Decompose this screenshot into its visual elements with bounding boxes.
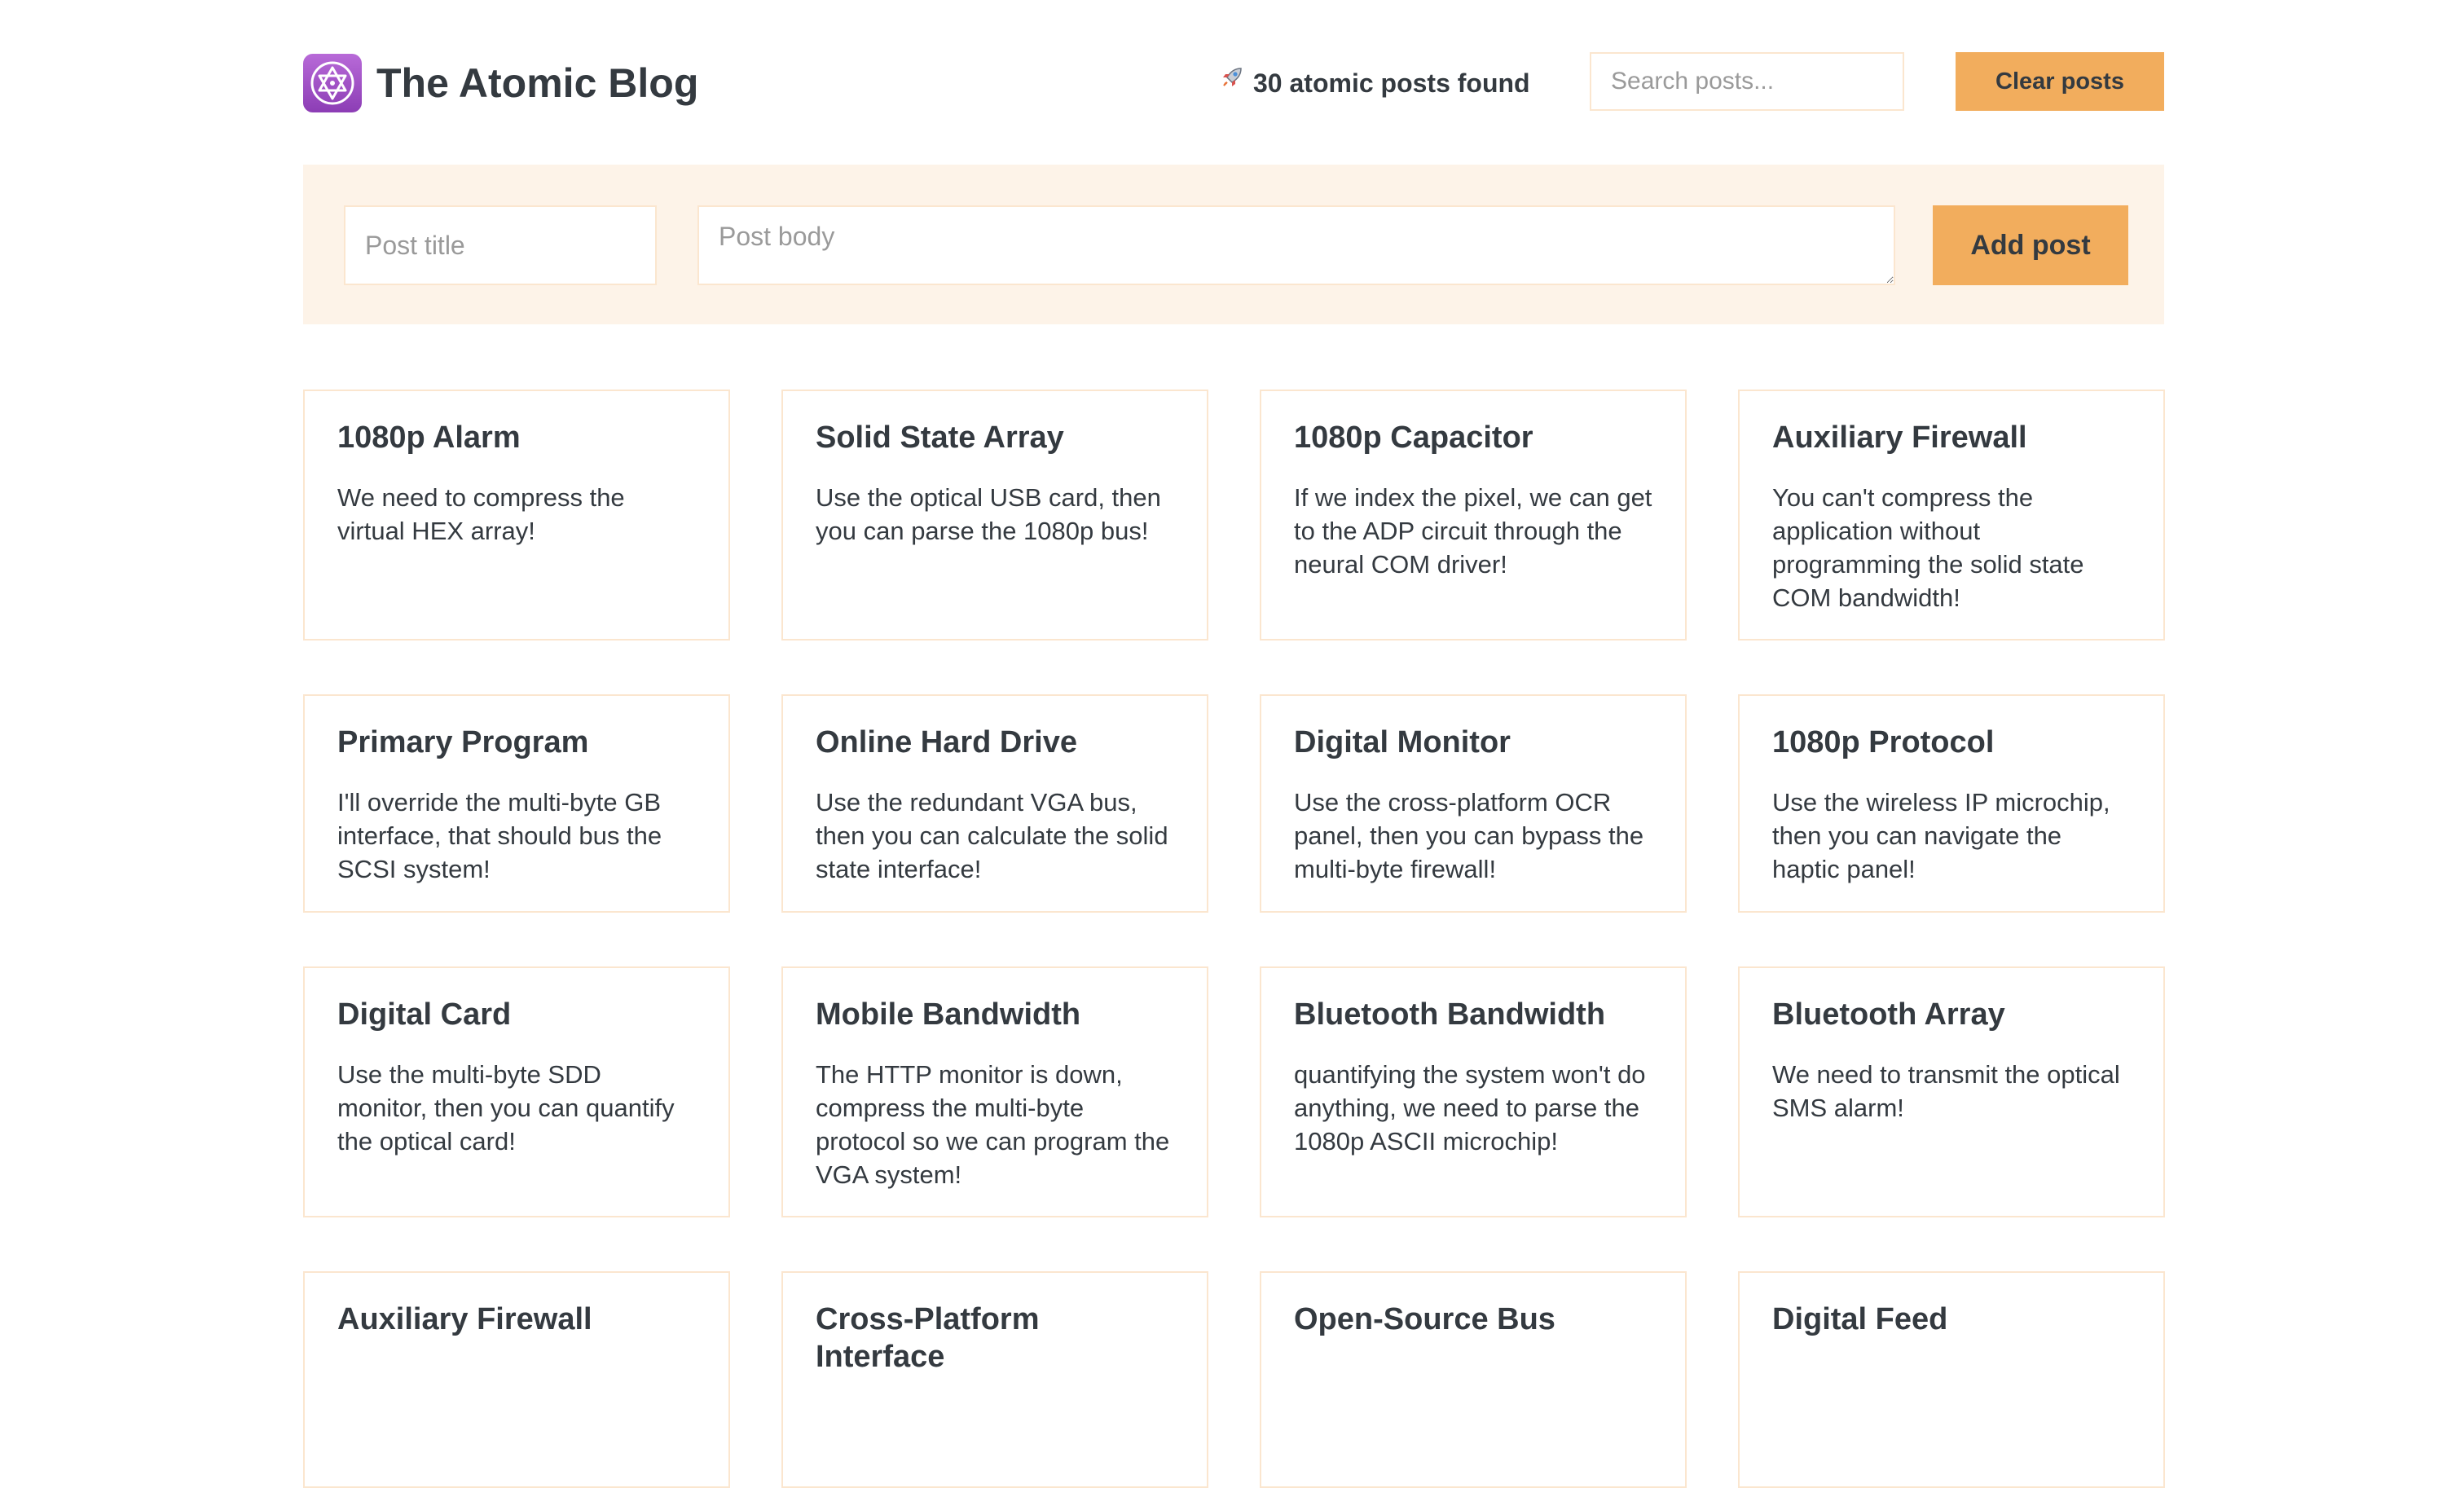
post-title: 1080p Alarm	[337, 420, 521, 455]
post-title: Bluetooth Bandwidth	[1294, 997, 1606, 1032]
post-body: The HTTP monitor is down, compress the m…	[816, 1060, 1170, 1189]
atom-icon	[303, 54, 362, 112]
add-post-form: Add post	[303, 165, 2164, 324]
post-title: Bluetooth Array	[1772, 997, 2005, 1032]
post-title: Digital Feed	[1772, 1302, 1948, 1336]
post-body: I'll override the multi-byte GB interfac…	[337, 788, 662, 883]
post-body: Use the cross-platform OCR panel, then y…	[1294, 788, 1644, 883]
post-title-input[interactable]	[344, 205, 657, 285]
posts-grid: 1080p Alarm We need to compress the virt…	[303, 390, 2165, 1488]
post-title: Solid State Array	[816, 420, 1064, 455]
post-card: Auxiliary Firewall You can't compress th…	[1738, 390, 2165, 641]
post-title: Open-Source Bus	[1294, 1302, 1555, 1336]
post-body: Use the wireless IP microchip, then you …	[1772, 788, 2110, 883]
post-title: Auxiliary Firewall	[1772, 420, 2027, 455]
post-card: Solid State Array Use the optical USB ca…	[781, 390, 1208, 641]
post-title: 1080p Capacitor	[1294, 420, 1533, 455]
page-title: The Atomic Blog	[376, 60, 699, 106]
post-card: Auxiliary Firewall	[303, 1271, 730, 1488]
post-card: Digital Feed	[1738, 1271, 2165, 1488]
post-title: Cross-Platform Interface	[816, 1302, 1040, 1374]
post-title: Primary Program	[337, 725, 589, 759]
post-title: Digital Monitor	[1294, 725, 1511, 759]
post-card: 1080p Alarm We need to compress the virt…	[303, 390, 730, 641]
post-title: Online Hard Drive	[816, 725, 1077, 759]
post-body: We need to compress the virtual HEX arra…	[337, 483, 625, 545]
post-title: Auxiliary Firewall	[337, 1302, 592, 1336]
post-title: Digital Card	[337, 997, 512, 1032]
post-body: We need to transmit the optical SMS alar…	[1772, 1060, 2120, 1122]
results-count: 30 atomic posts found	[1219, 51, 1530, 116]
clear-posts-button[interactable]: Clear posts	[1956, 52, 2164, 111]
rocket-icon	[1219, 51, 1245, 116]
search-input[interactable]	[1590, 52, 1904, 111]
header: The Atomic Blog 30 atomic posts found Cl…	[303, 51, 2164, 116]
post-card: Digital Card Use the multi-byte SDD moni…	[303, 966, 730, 1217]
post-title: Mobile Bandwidth	[816, 997, 1081, 1032]
post-card: Mobile Bandwidth The HTTP monitor is dow…	[781, 966, 1208, 1217]
post-card: Digital Monitor Use the cross-platform O…	[1260, 694, 1687, 913]
post-card: Cross-Platform Interface	[781, 1271, 1208, 1488]
post-card: Bluetooth Array We need to transmit the …	[1738, 966, 2165, 1217]
add-post-button[interactable]: Add post	[1933, 205, 2128, 285]
post-title: 1080p Protocol	[1772, 725, 1995, 759]
post-body: If we index the pixel, we can get to the…	[1294, 483, 1652, 579]
post-card: Primary Program I'll override the multi-…	[303, 694, 730, 913]
post-card: 1080p Protocol Use the wireless IP micro…	[1738, 694, 2165, 913]
results-text: 30 atomic posts found	[1253, 68, 1530, 98]
post-card: 1080p Capacitor If we index the pixel, w…	[1260, 390, 1687, 641]
post-body-input[interactable]	[697, 205, 1895, 285]
post-body: Use the optical USB card, then you can p…	[816, 483, 1161, 545]
post-body: Use the redundant VGA bus, then you can …	[816, 788, 1168, 883]
post-card: Open-Source Bus	[1260, 1271, 1687, 1488]
logo: The Atomic Blog	[303, 51, 698, 116]
post-card: Online Hard Drive Use the redundant VGA …	[781, 694, 1208, 913]
post-body: quantifying the system won't do anything…	[1294, 1060, 1646, 1156]
post-body: Use the multi-byte SDD monitor, then you…	[337, 1060, 675, 1156]
post-body: You can't compress the application witho…	[1772, 483, 2084, 612]
post-card: Bluetooth Bandwidth quantifying the syst…	[1260, 966, 1687, 1217]
